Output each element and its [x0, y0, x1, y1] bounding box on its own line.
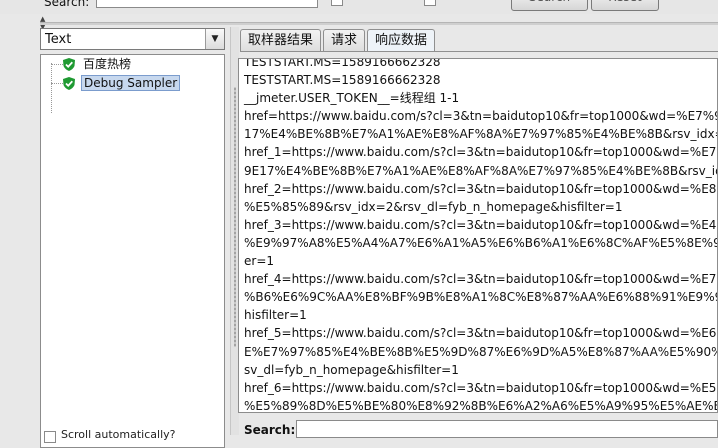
response-line: %E5%89%8D%E5%BE%80%E8%92%8B%E6%A2%A6%E5%… [244, 398, 718, 413]
response-line: href_5=https://www.baidu.com/s?cl=3&tn=b… [244, 326, 717, 341]
tree-item-baidu-hot[interactable]: 百度热榜 [63, 56, 133, 72]
response-line: %E9%97%A8%E5%A4%A7%E6%A1%A5%E6%B6%A1%E6%… [244, 235, 718, 250]
reset-button[interactable]: Reset [591, 0, 659, 11]
response-line: %B6%E6%9C%AA%E8%BF%9B%E8%A1%8C%E8%87%AA%… [244, 290, 718, 305]
response-line: TESTSTART.MS=1589166662328 [244, 73, 441, 88]
splitter-grip [234, 87, 236, 347]
tree-item-label: 百度热榜 [83, 57, 132, 71]
top-search-bar: Search: Search Reset [0, 0, 718, 14]
renderer-select[interactable]: Text ▼ [40, 28, 225, 50]
renderer-select-value: Text [45, 32, 72, 47]
response-line: hisfilter=1 [244, 308, 307, 323]
response-line: 17%E4%BE%8B%E7%A1%AE%E8%AF%8A%E7%97%85%E… [244, 127, 718, 142]
result-tree[interactable]: 百度热榜 Debug Sampler [40, 54, 225, 448]
response-line: E%E7%97%85%E4%BE%8B%E5%9D%87%E6%9D%A5%E8… [244, 344, 718, 359]
response-line: er=1 [244, 254, 275, 269]
result-tabs: 取样器结果 请求 响应数据 [240, 29, 437, 52]
tab-divider [240, 51, 718, 52]
success-shield-icon [63, 57, 75, 71]
tree-connector [51, 83, 63, 84]
response-line: 9E17%E4%BE%8B%E7%A1%AE%E8%AF%8A%E7%97%85… [244, 163, 718, 178]
regex-checkbox[interactable] [424, 0, 436, 6]
response-search-bar: Search: [238, 415, 718, 438]
tab-response-data[interactable]: 响应数据 [367, 29, 436, 52]
left-panel: Text ▼ 百度热榜 Debug Sampler Scroll automat… [39, 27, 229, 448]
search-button[interactable]: Search [511, 0, 588, 11]
response-line: href_6=https://www.baidu.com/s?cl=3&tn=b… [244, 380, 717, 395]
tree-connector [51, 63, 52, 113]
tab-sampler-result[interactable]: 取样器结果 [240, 29, 322, 51]
chevron-down-icon[interactable]: ▼ [205, 29, 224, 49]
response-line: href_3=https://www.baidu.com/s?cl=3&tn=b… [244, 217, 717, 232]
response-line: href_1=https://www.baidu.com/s?cl=3&tn=b… [244, 145, 718, 160]
response-line: href_2=https://www.baidu.com/s?cl=3&tn=b… [244, 181, 717, 196]
response-line: __jmeter.USER_TOKEN__=线程组 1-1 [244, 91, 460, 106]
response-line: sv_dl=fyb_n_homepage&hisfilter=1 [244, 362, 459, 377]
scroll-automatically-checkbox[interactable] [44, 431, 56, 443]
success-shield-icon [63, 76, 75, 90]
response-line: href_4=https://www.baidu.com/s?cl=3&tn=b… [244, 272, 718, 287]
tab-request[interactable]: 请求 [323, 29, 366, 51]
response-lines: TESTSTART.MS=1589166662328 TESTSTART.MS=1… [244, 58, 718, 413]
response-line: %E5%85%89&rsv_idx=2&rsv_dl=fyb_n_homepag… [244, 199, 623, 214]
top-search-input[interactable] [96, 0, 318, 8]
tree-connector [51, 64, 63, 65]
tree-item-label: Debug Sampler [81, 75, 181, 91]
response-search-input[interactable] [296, 420, 718, 438]
horizontal-splitter[interactable] [40, 22, 718, 25]
top-search-label: Search: [44, 0, 90, 9]
response-line: href=https://www.baidu.com/s?cl=3&tn=bai… [244, 109, 718, 124]
tree-item-debug-sampler[interactable]: Debug Sampler [63, 75, 181, 91]
response-line: TESTSTART.MS=1589166662328 [244, 58, 441, 69]
case-sensitive-checkbox[interactable] [331, 0, 343, 6]
response-data-text-area[interactable]: TESTSTART.MS=1589166662328 TESTSTART.MS=1… [238, 58, 718, 413]
